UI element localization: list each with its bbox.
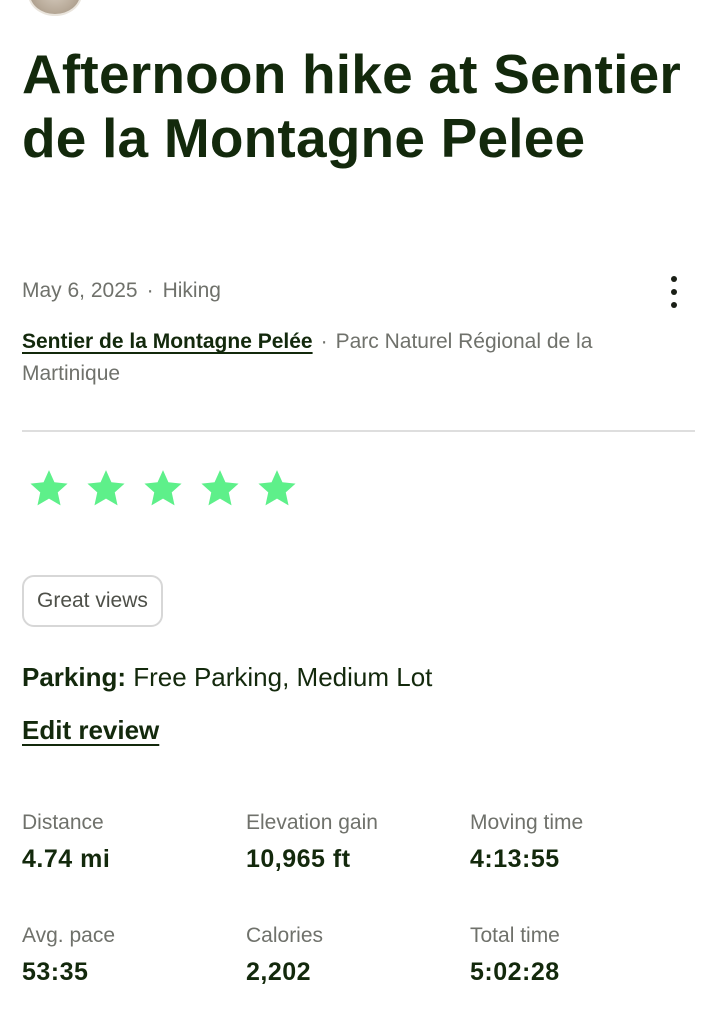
stat-label: Calories bbox=[246, 924, 324, 947]
parking-info: Parking: Free Parking, Medium Lot bbox=[22, 662, 432, 693]
stat-label: Elevation gain bbox=[246, 811, 378, 834]
stat-avg-pace: Avg. pace 53:35 bbox=[22, 923, 242, 987]
stat-value: 10,965 ft bbox=[246, 845, 351, 873]
star-icon[interactable] bbox=[28, 467, 70, 509]
stat-label: Total time bbox=[470, 924, 560, 947]
star-icon[interactable] bbox=[199, 467, 241, 509]
parking-value: Free Parking, Medium Lot bbox=[133, 662, 433, 692]
stat-value: 4.74 mi bbox=[22, 845, 111, 873]
stat-elevation-gain: Elevation gain 10,965 ft bbox=[246, 810, 466, 874]
stat-moving-time: Moving time 4:13:55 bbox=[470, 810, 690, 874]
stat-label: Moving time bbox=[470, 811, 584, 834]
rating-stars[interactable] bbox=[28, 467, 298, 509]
review-tag: Great views bbox=[22, 575, 163, 627]
activity-location: Sentier de la Montagne Pelée · Parc Nature… bbox=[22, 326, 692, 390]
activity-meta: May 6, 2025 · Hiking bbox=[22, 279, 221, 303]
activity-detail-page: Afternoon hike at Sentier de la Montagne… bbox=[0, 0, 723, 1024]
stat-calories: Calories 2,202 bbox=[246, 923, 466, 987]
activity-type: Hiking bbox=[162, 279, 221, 302]
star-icon[interactable] bbox=[256, 467, 298, 509]
stat-value: 53:35 bbox=[22, 958, 89, 986]
activity-date: May 6, 2025 bbox=[22, 279, 138, 302]
more-options-button[interactable] bbox=[658, 270, 690, 314]
location-separator: · bbox=[320, 330, 328, 353]
divider bbox=[22, 430, 695, 432]
meta-separator: · bbox=[146, 279, 154, 302]
stat-label: Avg. pace bbox=[22, 924, 116, 947]
avatar[interactable] bbox=[28, 0, 82, 16]
stat-value: 2,202 bbox=[246, 958, 312, 986]
stat-label: Distance bbox=[22, 811, 104, 834]
trail-link[interactable]: Sentier de la Montagne Pelée bbox=[22, 330, 313, 353]
stat-distance: Distance 4.74 mi bbox=[22, 810, 242, 874]
stat-total-time: Total time 5:02:28 bbox=[470, 923, 690, 987]
stat-value: 4:13:55 bbox=[470, 845, 560, 873]
edit-review-link[interactable]: Edit review bbox=[22, 715, 159, 746]
star-icon[interactable] bbox=[85, 467, 127, 509]
activity-title: Afternoon hike at Sentier de la Montagne… bbox=[22, 43, 681, 169]
more-vertical-icon bbox=[671, 276, 677, 282]
stat-value: 5:02:28 bbox=[470, 958, 560, 986]
parking-label: Parking: bbox=[22, 662, 127, 692]
star-icon[interactable] bbox=[142, 467, 184, 509]
